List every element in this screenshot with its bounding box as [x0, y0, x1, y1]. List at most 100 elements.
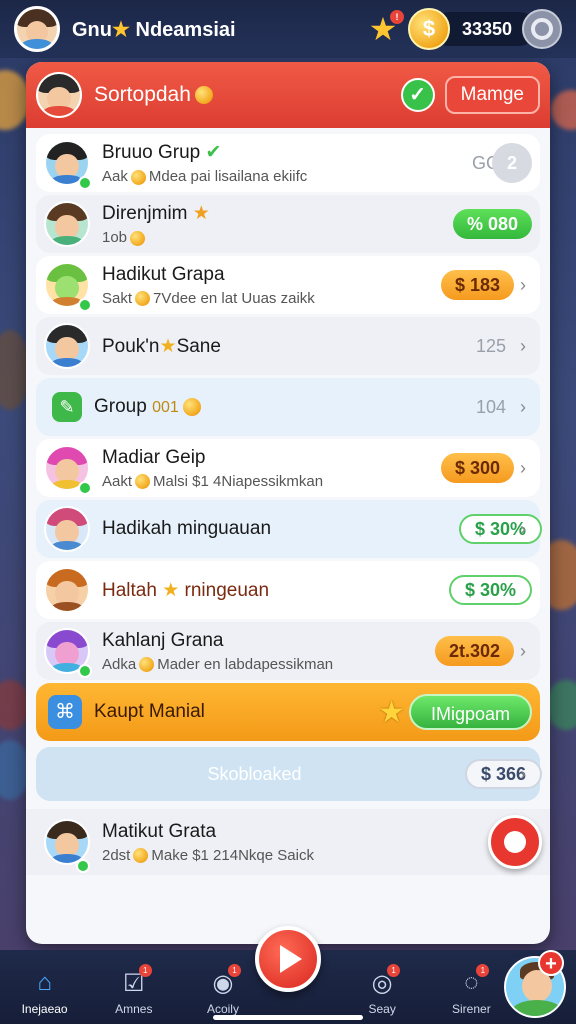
- row-name-b: rningeuan: [184, 579, 270, 601]
- row-count: 125: [475, 335, 506, 356]
- row-sub-b: 7Vdee en lat Uuas zaikk: [153, 289, 315, 307]
- notification-badge: 1: [476, 964, 490, 977]
- list-item[interactable]: Haltah ★ rningeuan $ 30%: [36, 561, 540, 619]
- list-item[interactable]: Matikut Grata 2dst Make $1 214Nkqe Saick: [26, 809, 550, 875]
- panel-avatar: [36, 72, 82, 118]
- gear-icon: [531, 18, 553, 40]
- coin-icon: [135, 474, 151, 490]
- list-item[interactable]: Pouk'n★Sane 125 ›: [36, 317, 540, 375]
- player-avatar[interactable]: [14, 6, 60, 52]
- row-name: Pouk'n: [102, 335, 160, 357]
- coin-icon: [133, 848, 149, 864]
- nav-activity[interactable]: ◉ 1 Acoily: [183, 964, 263, 1016]
- nav-home[interactable]: ⌂ Inejaeao: [5, 968, 85, 1016]
- notification-badge: !: [389, 10, 404, 24]
- play-button[interactable]: [255, 926, 321, 992]
- online-indicator: [78, 664, 92, 678]
- coin-icon: [139, 657, 155, 673]
- player-name: Gnu★ Ndeamsiai: [72, 17, 366, 42]
- nav-label: Amnes: [115, 1002, 153, 1016]
- chevron-right-icon: ›: [520, 274, 526, 295]
- row-sub-b: Mdea pai lisailana ekiifc: [148, 168, 308, 185]
- row-title: Direnjmim ★: [102, 202, 453, 225]
- chevron-right-icon: ›: [520, 457, 526, 478]
- nav-search[interactable]: ◎ 1 Seay: [342, 964, 422, 1016]
- star-icon[interactable]: ★!: [366, 10, 404, 46]
- notification-badge: 1: [227, 964, 241, 977]
- star-icon: ★: [378, 695, 405, 729]
- featured-row[interactable]: ⌘ Kaupt Manial ★ IMigpoam: [36, 683, 540, 741]
- row-subtitle: Aak Mdea pai lisailana ekiifc: [102, 168, 472, 185]
- add-friend-button[interactable]: +: [538, 950, 564, 976]
- group-list: Bruuo Grup ✔ Aak Mdea pai lisailana ekiif…: [26, 128, 550, 875]
- reward-pill[interactable]: $ 300: [440, 453, 514, 483]
- play-icon: [280, 945, 302, 973]
- chevron-right-icon: ›: [520, 335, 526, 356]
- star-icon: ★: [162, 579, 180, 601]
- row-subtitle: Adka Mader en labdapessikman: [102, 656, 435, 673]
- row-count: 104: [475, 396, 506, 417]
- reward-pill[interactable]: $ 30%: [448, 575, 532, 605]
- reward-pill[interactable]: 2t.302: [434, 636, 514, 666]
- list-item[interactable]: ✎ Group 001 104 ›: [36, 378, 540, 436]
- star-icon: ★: [112, 18, 130, 41]
- chevron-right-icon: ›: [520, 640, 526, 661]
- chat-icon: [504, 831, 526, 853]
- row-sub-a: 1ob: [102, 229, 128, 246]
- chat-icon: ◉ 1: [207, 964, 241, 998]
- reward-pill[interactable]: $ 183: [440, 270, 514, 300]
- avatar: [44, 506, 90, 552]
- row-name: Bruuo Grup: [102, 142, 201, 163]
- star-icon: ★: [192, 203, 210, 224]
- map-icon: ⌘: [48, 695, 82, 729]
- list-item[interactable]: Madiar Geip Aakt Malsi $1 4Niapessikmkan …: [36, 439, 540, 497]
- online-indicator: [76, 859, 90, 873]
- coin-icon: [194, 86, 213, 105]
- coin-icon: $: [407, 8, 450, 50]
- row-subtitle: 2dst Make $1 214Nkqe Saick: [102, 847, 488, 864]
- manage-button[interactable]: Mamge: [444, 76, 540, 114]
- row-subtitle: 1ob: [102, 229, 453, 246]
- group-icon: ✎: [52, 392, 82, 422]
- confirm-button[interactable]: ✓: [400, 78, 435, 112]
- row-name-b: 001: [152, 399, 179, 416]
- list-item[interactable]: Hadikut Grapa Sakt 7Vdee en lat Uuas zaik…: [36, 256, 540, 314]
- search-row[interactable]: Skobloaked $ 366 ›: [36, 747, 542, 801]
- row-title: Haltah ★ rningeuan: [102, 579, 449, 602]
- groups-panel: Sortopdah ✓ Mamge Bruuo Grup ✔ Aak Mdea p…: [26, 62, 550, 944]
- row-name: Hadikah minguauan: [102, 518, 272, 539]
- nav-label: Seay: [368, 1002, 396, 1016]
- list-item[interactable]: Kahlanj Grana Adka Mader en labdapessikma…: [36, 622, 540, 680]
- row-name: Hadikut Grapa: [102, 263, 225, 285]
- row-sub-a: Aakt: [102, 472, 133, 490]
- nav-inbox[interactable]: ☑ 1 Amnes: [94, 964, 174, 1016]
- row-sub-a: Sakt: [102, 289, 133, 307]
- top-bar: Gnu★ Ndeamsiai ★! $ 33350: [0, 0, 576, 58]
- avatar: [44, 201, 90, 247]
- nav-notifications[interactable]: ◌ 1 Sirener: [431, 964, 511, 1016]
- list-item[interactable]: Direnjmim ★ 1ob % 080: [36, 195, 540, 253]
- row-name: Kahlanj Grana: [102, 629, 224, 651]
- panel-title-text: Sortopdah: [94, 83, 191, 106]
- chevron-right-icon: ›: [520, 763, 526, 784]
- avatar: [44, 567, 90, 613]
- settings-button[interactable]: [522, 9, 562, 49]
- nav-label: Sirener: [452, 1002, 491, 1016]
- row-name: Matikut Grata: [102, 820, 217, 842]
- chevron-right-icon: ›: [520, 518, 526, 539]
- row-sub-b: Make $1 214Nkqe Saick: [151, 846, 314, 864]
- player-name-part: Ndeamsiai: [135, 18, 236, 41]
- background-decor: [551, 90, 576, 130]
- list-item[interactable]: Bruuo Grup ✔ Aak Mdea pai lisailana ekiif…: [36, 134, 540, 192]
- panel-header: Sortopdah ✓ Mamge: [26, 62, 550, 128]
- home-indicator: [213, 1015, 363, 1020]
- featured-action-button[interactable]: IMigpoam: [408, 694, 532, 730]
- row-title: Bruuo Grup ✔: [102, 141, 472, 164]
- search-icon: ◎ 1: [366, 964, 401, 998]
- reward-pill[interactable]: % 080: [452, 209, 532, 239]
- row-name: Madiar Geip: [102, 446, 206, 468]
- row-name: Haltah: [102, 579, 157, 601]
- chat-fab-button[interactable]: [488, 815, 542, 869]
- list-item[interactable]: Hadikah minguauan $ 30% ›: [36, 500, 542, 558]
- search-input[interactable]: Skobloaked: [44, 764, 465, 785]
